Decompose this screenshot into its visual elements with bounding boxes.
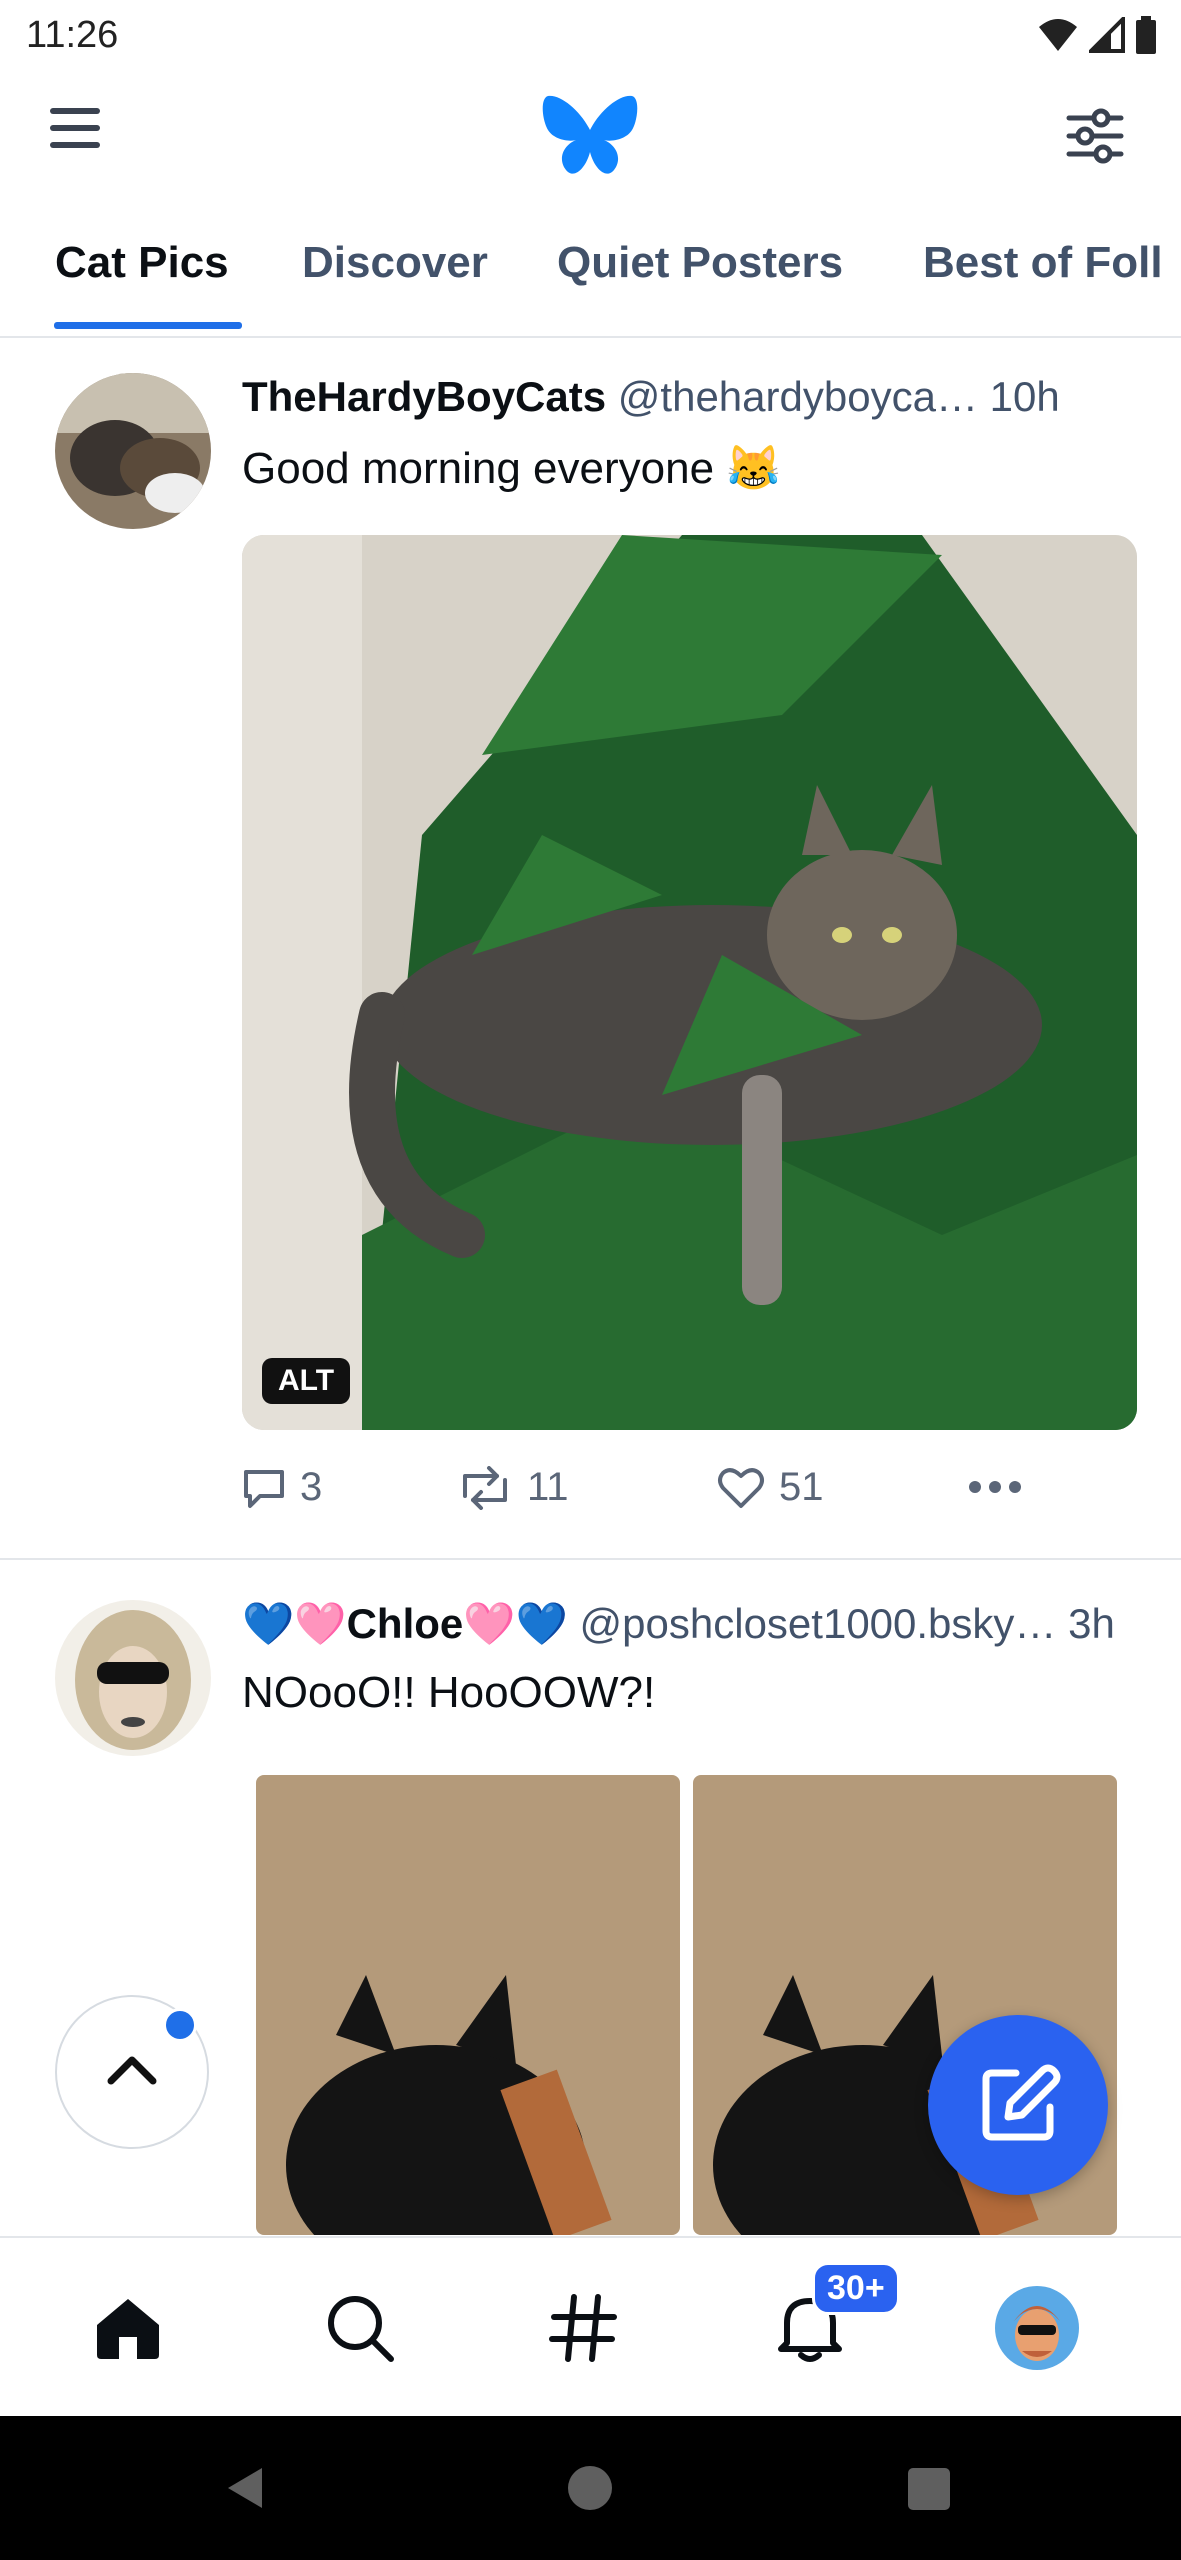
like-count: 51 bbox=[779, 1465, 824, 1509]
notifications-badge: 30+ bbox=[812, 2262, 900, 2315]
avatar[interactable] bbox=[55, 1600, 211, 1756]
cat-in-tree-image bbox=[242, 535, 1137, 1430]
tab-cat-pics[interactable]: Cat Pics bbox=[55, 238, 229, 288]
author-handle[interactable]: @thehardyboyca… bbox=[618, 373, 978, 420]
post-text: NOooO!! HooOOW?! bbox=[242, 1668, 656, 1717]
post-header: TheHardyBoyCats @thehardyboyca… 10h bbox=[242, 373, 1060, 421]
search-icon bbox=[328, 2296, 394, 2362]
home-icon bbox=[97, 2299, 159, 2359]
feed-tabs: Cat Pics Discover Quiet Posters Best of … bbox=[0, 220, 1181, 338]
author-name[interactable]: 💙🩷Chloe🩷💙 bbox=[242, 1600, 568, 1647]
wifi-icon bbox=[1039, 19, 1077, 51]
repost-button[interactable]: 11 bbox=[457, 1465, 569, 1510]
heart-icon bbox=[718, 1467, 764, 1508]
post-text: Good morning everyone 😹 bbox=[242, 444, 782, 493]
post-header: 💙🩷Chloe🩷💙 @poshcloset1000.bsky… 3h bbox=[242, 1600, 1115, 1649]
profile-avatar bbox=[995, 2286, 1079, 2370]
author-name[interactable]: TheHardyBoyCats bbox=[242, 373, 606, 420]
reply-button[interactable]: 3 bbox=[242, 1465, 322, 1510]
post-image[interactable] bbox=[242, 535, 1137, 1430]
tab-quiet-posters[interactable]: Quiet Posters bbox=[557, 238, 843, 288]
repost-count: 11 bbox=[527, 1465, 569, 1509]
battery-icon bbox=[1136, 16, 1156, 54]
post-time: 3h bbox=[1068, 1600, 1115, 1647]
butterfly-icon bbox=[542, 95, 638, 174]
signal-icon bbox=[1089, 17, 1125, 53]
post-actions: 3 11 51 bbox=[242, 1465, 1072, 1525]
active-tab-indicator bbox=[54, 322, 242, 329]
avatar-image bbox=[55, 373, 211, 529]
repost-icon bbox=[463, 1465, 507, 1510]
compose-icon bbox=[982, 2064, 1061, 2141]
nav-profile[interactable] bbox=[977, 2238, 1097, 2418]
avatar-image bbox=[55, 1600, 211, 1756]
post-divider bbox=[0, 1558, 1181, 1560]
ellipsis-icon bbox=[969, 1481, 1021, 1493]
bluesky-logo[interactable] bbox=[540, 90, 640, 180]
home-button-icon[interactable] bbox=[566, 2464, 614, 2512]
hamburger-icon bbox=[50, 108, 100, 114]
more-options-button[interactable] bbox=[967, 1465, 1023, 1509]
like-button[interactable]: 51 bbox=[717, 1465, 824, 1510]
bottom-navigation bbox=[0, 2236, 1181, 2418]
sliders-icon bbox=[1066, 108, 1124, 164]
reply-count: 3 bbox=[300, 1465, 323, 1509]
back-icon[interactable] bbox=[222, 2464, 266, 2512]
reply-icon bbox=[244, 1469, 284, 1508]
feed-settings-button[interactable] bbox=[1065, 108, 1125, 164]
tab-discover[interactable]: Discover bbox=[302, 238, 488, 288]
new-posts-indicator bbox=[163, 2008, 197, 2042]
nav-feeds[interactable] bbox=[523, 2238, 643, 2418]
status-bar: 11:26 bbox=[0, 0, 1181, 72]
nav-home[interactable] bbox=[68, 2238, 188, 2418]
post-time: 10h bbox=[989, 373, 1060, 420]
recents-icon[interactable] bbox=[906, 2466, 952, 2512]
author-handle[interactable]: @poshcloset1000.bsky… bbox=[580, 1600, 1057, 1647]
avatar[interactable] bbox=[55, 373, 211, 529]
hashtag-icon bbox=[549, 2294, 617, 2362]
nav-search[interactable] bbox=[300, 2238, 420, 2418]
system-navigation-bar bbox=[0, 2416, 1181, 2560]
post-image[interactable] bbox=[256, 1775, 680, 2235]
alt-text-badge[interactable]: ALT bbox=[262, 1358, 351, 1404]
compose-button[interactable] bbox=[928, 2015, 1108, 2195]
status-icons bbox=[1037, 16, 1157, 54]
menu-button[interactable] bbox=[50, 108, 110, 160]
status-time: 11:26 bbox=[26, 14, 119, 56]
black-cat-image-left bbox=[256, 1775, 680, 2235]
tab-best-of-follows[interactable]: Best of Foll bbox=[923, 238, 1163, 288]
